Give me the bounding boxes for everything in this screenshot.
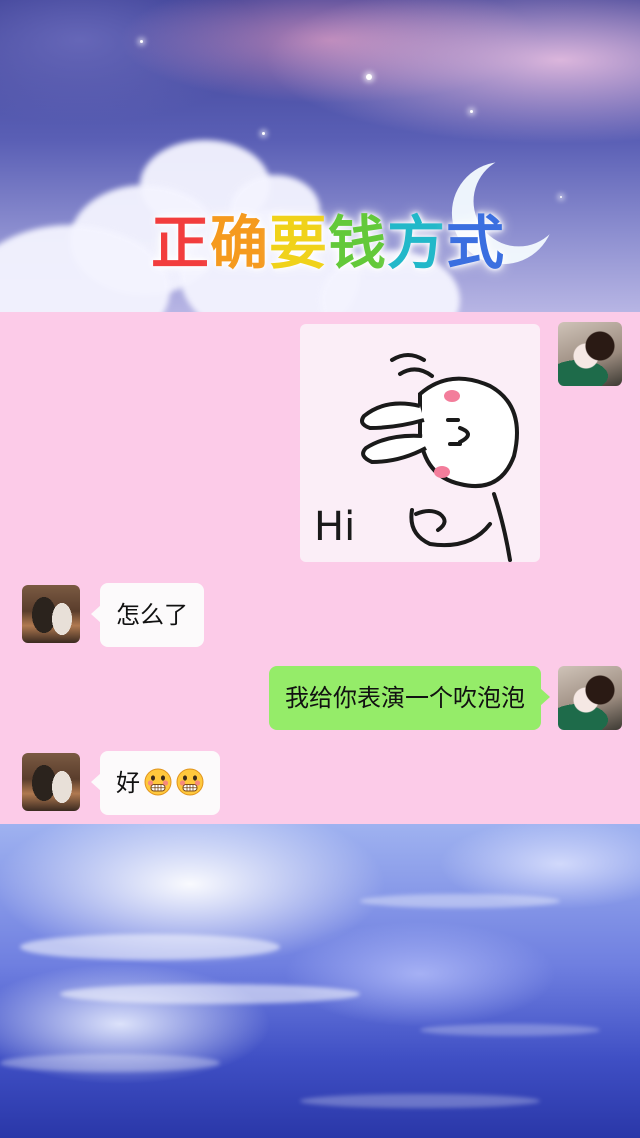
ripple bbox=[20, 934, 280, 960]
water-background bbox=[0, 824, 640, 1138]
title-character: 钱 bbox=[328, 209, 388, 277]
star bbox=[140, 40, 143, 43]
avatar-contact[interactable] bbox=[22, 585, 80, 643]
message-bubble-outgoing[interactable]: 我给你表演一个吹泡泡 bbox=[269, 666, 550, 730]
sky-banner: 正确要钱方式 bbox=[0, 0, 640, 312]
ripple bbox=[60, 984, 360, 1004]
sticker-caption: Hi bbox=[314, 504, 355, 550]
ripple bbox=[420, 1024, 600, 1036]
grimace-emoji-icon bbox=[144, 768, 172, 796]
ripple bbox=[0, 1054, 220, 1072]
ripple bbox=[360, 894, 560, 908]
title-character: 要 bbox=[268, 209, 328, 277]
avatar-contact[interactable] bbox=[22, 753, 80, 811]
message-text: 怎么了 bbox=[116, 601, 188, 629]
bunny-sticker-icon: Hi bbox=[314, 353, 519, 562]
message-bubble-incoming[interactable]: 怎么了 bbox=[91, 583, 204, 647]
ripple bbox=[300, 1094, 540, 1108]
star bbox=[470, 110, 473, 113]
sticker-message[interactable]: Hi bbox=[300, 324, 540, 562]
message-bubble-incoming[interactable]: 好 bbox=[91, 751, 220, 815]
page-title: 正确要钱方式 bbox=[0, 196, 640, 280]
title-character: 正 bbox=[150, 209, 210, 277]
title-character: 方 bbox=[387, 209, 447, 277]
message-text: 我给你表演一个吹泡泡 bbox=[285, 684, 525, 712]
grimace-emoji-icon bbox=[176, 768, 204, 796]
title-character: 式 bbox=[446, 209, 506, 277]
chat-area: Hi 怎么了 我给你表演一个吹泡泡 好 bbox=[0, 312, 640, 824]
message-text: 好 bbox=[116, 769, 140, 797]
avatar-self[interactable] bbox=[558, 322, 622, 386]
title-character: 确 bbox=[209, 209, 269, 277]
star bbox=[262, 132, 265, 135]
avatar-self[interactable] bbox=[558, 666, 622, 730]
star bbox=[366, 74, 372, 80]
